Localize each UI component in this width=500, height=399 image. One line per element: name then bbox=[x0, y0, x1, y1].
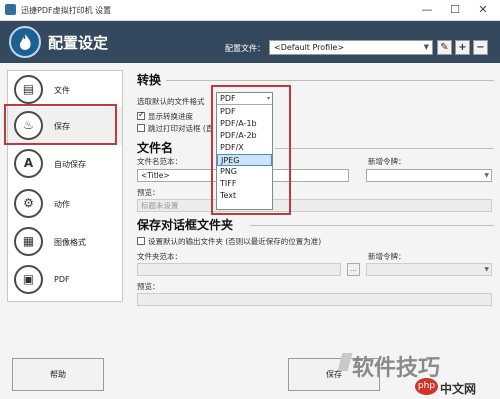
remove-profile-button[interactable]: − bbox=[473, 40, 488, 55]
app-icon bbox=[5, 4, 16, 15]
folder-template-input bbox=[137, 263, 341, 276]
show-progress-checkbox[interactable] bbox=[137, 110, 145, 120]
highlight-box-save bbox=[4, 104, 117, 145]
gear-icon: ⚙ bbox=[14, 189, 43, 218]
folder-preview-label: 预览： bbox=[137, 282, 160, 291]
page-title: 配置设定 bbox=[48, 34, 109, 52]
browse-button[interactable]: ... bbox=[347, 263, 360, 276]
folder-add-token-select: ▼ bbox=[366, 263, 492, 276]
title-bar: 迅捷PDF虚拟打印机 设置 — ☐ ✕ bbox=[0, 0, 500, 21]
logo-icon bbox=[9, 26, 41, 58]
minimize-button[interactable]: — bbox=[416, 3, 438, 17]
add-profile-button[interactable]: + bbox=[455, 40, 470, 55]
chevron-down-icon: ▼ bbox=[423, 43, 429, 51]
maximize-button[interactable]: ☐ bbox=[444, 3, 466, 17]
section-filename-heading: 文件名 bbox=[137, 141, 174, 155]
skip-dialog-label: 跳过打印对话框 (直 bbox=[148, 124, 214, 133]
window-title: 迅捷PDF虚拟打印机 设置 bbox=[21, 6, 112, 15]
add-token-label: 新增令牌： bbox=[368, 252, 406, 261]
format-label: 选取默认的文件格式 bbox=[137, 97, 205, 106]
sidebar-item-actions[interactable]: ⚙ 动作 bbox=[8, 185, 122, 223]
close-button[interactable]: ✕ bbox=[472, 3, 494, 17]
images-icon: ▦ bbox=[14, 227, 43, 256]
profile-label: 配置文件： bbox=[225, 44, 265, 53]
chevron-down-icon: ▼ bbox=[484, 172, 489, 179]
folder-preview-field bbox=[137, 293, 492, 306]
document-icon: ▤ bbox=[14, 75, 43, 104]
section-convert-heading: 转换 bbox=[137, 73, 162, 87]
preview-label: 预览： bbox=[137, 188, 160, 197]
filename-preview-field: 标题未设置 bbox=[137, 199, 492, 212]
sidebar-item-auto-save[interactable]: A 自动保存 bbox=[8, 145, 122, 183]
profile-select[interactable]: <Default Profile> ▼ bbox=[269, 40, 433, 55]
chevron-down-icon: ▼ bbox=[484, 266, 489, 273]
default-folder-label: 设置默认的输出文件夹 (否则以最近保存的位置为准) bbox=[148, 237, 322, 246]
show-progress-label: 显示转换进度 bbox=[148, 112, 193, 121]
highlight-box-format bbox=[211, 85, 291, 215]
add-token-label: 新增令牌： bbox=[368, 157, 406, 166]
default-folder-checkbox[interactable] bbox=[137, 237, 145, 245]
edit-profile-button[interactable]: ✎ bbox=[437, 40, 452, 55]
add-token-select[interactable]: ▼ bbox=[366, 169, 492, 182]
divider bbox=[250, 225, 494, 226]
header-bar: 配置设定 配置文件： <Default Profile> ▼ ✎ + − bbox=[0, 21, 500, 63]
skip-dialog-checkbox[interactable] bbox=[137, 124, 145, 132]
template-label: 文件名范本： bbox=[137, 157, 182, 166]
section-save-dialog-heading: 保存对话框文件夹 bbox=[137, 218, 234, 232]
divider bbox=[275, 148, 494, 149]
settings-window: 迅捷PDF虚拟打印机 设置 — ☐ ✕ 配置设定 配置文件： <Default … bbox=[0, 0, 500, 399]
folder-template-label: 文件夹范本： bbox=[137, 252, 182, 261]
divider bbox=[166, 80, 494, 81]
sidebar-item-image-format[interactable]: ▦ 图像格式 bbox=[8, 223, 122, 261]
auto-save-icon: A bbox=[14, 149, 43, 178]
sidebar-item-pdf[interactable]: ▣ PDF bbox=[8, 261, 122, 299]
pdf-icon: ▣ bbox=[14, 265, 43, 294]
help-button[interactable]: 帮助 bbox=[12, 358, 104, 391]
brand-badge: php bbox=[415, 378, 438, 395]
brand-text: 中文网 bbox=[440, 382, 477, 396]
